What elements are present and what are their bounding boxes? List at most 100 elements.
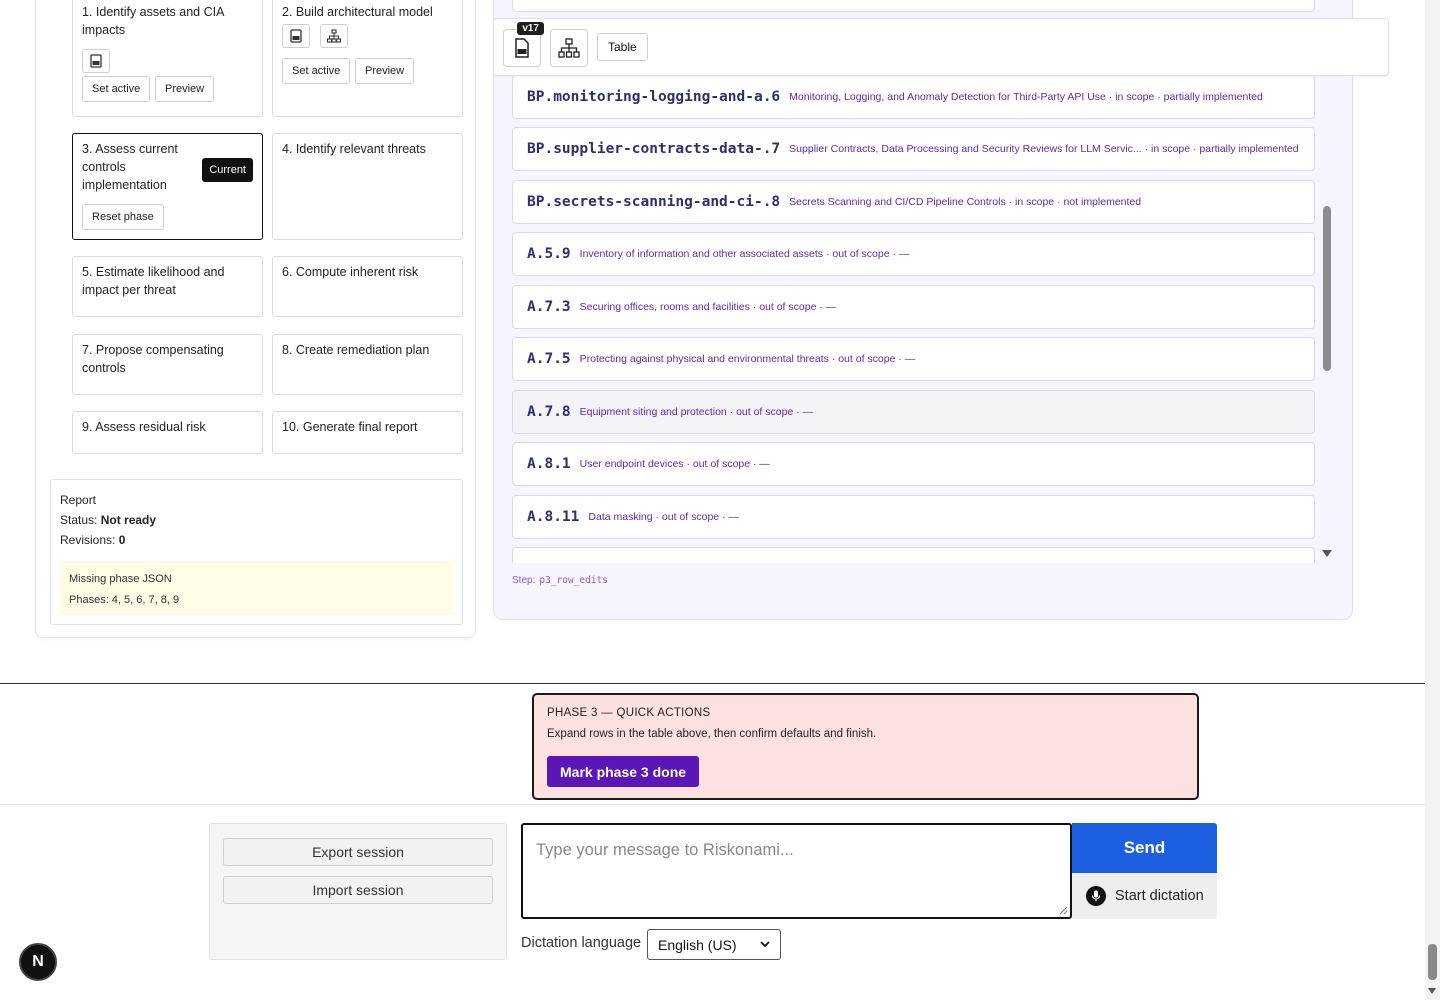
json-view-button[interactable]: v17 bbox=[503, 22, 544, 67]
diagram-icon bbox=[558, 38, 580, 58]
control-desc: Securing offices, rooms and facilities ·… bbox=[579, 301, 837, 313]
missing-phases: Phases: 4, 5, 6, 7, 8, 9 bbox=[69, 594, 180, 606]
revisions-label: Revisions: bbox=[60, 533, 116, 547]
diagram-view-button[interactable] bbox=[550, 29, 588, 67]
resize-grip-icon[interactable] bbox=[1059, 906, 1068, 915]
table-view-button[interactable]: Table bbox=[597, 33, 648, 61]
control-desc: Supplier Contracts, Data Processing and … bbox=[789, 143, 1299, 155]
control-row[interactable]: A.7.5 Protecting against physical and en… bbox=[512, 337, 1315, 381]
report-status: Status: Not ready bbox=[60, 510, 453, 530]
control-row[interactable]: A.8.1 User endpoint devices · out of sco… bbox=[512, 442, 1315, 486]
reset-phase-button[interactable]: Reset phase bbox=[82, 204, 164, 230]
page-scrollbar[interactable] bbox=[1425, 0, 1440, 1000]
phases-panel: 1. Identify assets and CIA impacts Set a… bbox=[35, 0, 476, 638]
revisions-value: 0 bbox=[118, 533, 126, 547]
status-label: Status: bbox=[60, 513, 98, 527]
phase-card-8[interactable]: 8. Create remediation plan bbox=[272, 334, 463, 395]
json-file-icon bbox=[515, 38, 529, 58]
report-revisions: Revisions: 0 bbox=[60, 530, 453, 550]
scroll-down-icon[interactable] bbox=[1428, 988, 1436, 994]
message-input[interactable]: Type your message to Riskonami... bbox=[521, 823, 1072, 919]
json-file-icon[interactable] bbox=[82, 49, 110, 73]
control-desc: Equipment siting and protection · out of… bbox=[579, 406, 814, 418]
controls-list[interactable]: BP.monitoring-logging-and-a.6 Monitoring… bbox=[512, 0, 1316, 563]
session-panel: Export session Import session bbox=[209, 823, 507, 960]
list-item[interactable] bbox=[512, 547, 1315, 563]
start-dictation-button[interactable]: Start dictation bbox=[1072, 873, 1217, 919]
app-root: 1. Identify assets and CIA impacts Set a… bbox=[0, 0, 1440, 1000]
phase-title: 3. Assess current controls implementatio… bbox=[82, 142, 178, 192]
control-row[interactable]: A.8.11 Data masking · out of scope · — bbox=[512, 495, 1315, 539]
control-id: BP.secrets-scanning-and-ci-.8 bbox=[527, 194, 781, 210]
control-desc: Data masking · out of scope · — bbox=[588, 511, 739, 523]
control-id: BP.monitoring-logging-and-a.6 bbox=[527, 89, 781, 105]
set-active-button[interactable]: Set active bbox=[82, 76, 151, 102]
control-row[interactable]: BP.secrets-scanning-and-ci-.8 Secrets Sc… bbox=[512, 180, 1315, 224]
set-active-button[interactable]: Set active bbox=[282, 58, 351, 84]
message-placeholder: Type your message to Riskonami... bbox=[536, 841, 794, 859]
missing-title: Missing phase JSON bbox=[69, 573, 172, 585]
phase-card-9[interactable]: 9. Assess residual risk bbox=[72, 411, 263, 454]
phase-title: 7. Propose compensating controls bbox=[82, 343, 224, 375]
dictation-language-value: English (US) bbox=[658, 936, 737, 953]
list-item[interactable] bbox=[512, 0, 1315, 12]
phase-card-10[interactable]: 10. Generate final report bbox=[272, 411, 463, 454]
control-id: A.8.11 bbox=[527, 509, 580, 525]
microphone-icon bbox=[1086, 886, 1106, 906]
control-id: A.7.8 bbox=[527, 404, 571, 420]
control-id: BP.supplier-contracts-data-.7 bbox=[527, 141, 781, 157]
preview-button[interactable]: Preview bbox=[355, 58, 415, 84]
import-session-button[interactable]: Import session bbox=[223, 876, 493, 904]
section-divider bbox=[0, 804, 1425, 805]
control-row[interactable]: A.7.8 Equipment siting and protection · … bbox=[512, 390, 1315, 434]
control-id: A.8.1 bbox=[527, 456, 571, 472]
section-divider bbox=[0, 683, 1425, 684]
phase-card-1[interactable]: 1. Identify assets and CIA impacts Set a… bbox=[72, 0, 263, 117]
control-row[interactable]: A.7.3 Securing offices, rooms and facili… bbox=[512, 285, 1315, 329]
page-scrollbar-thumb[interactable] bbox=[1428, 944, 1437, 980]
dictation-language-label: Dictation language bbox=[521, 935, 642, 951]
report-title: Report bbox=[60, 493, 97, 507]
control-row[interactable]: BP.supplier-contracts-data-.7 Supplier C… bbox=[512, 127, 1315, 171]
json-file-icon[interactable] bbox=[282, 24, 310, 48]
quick-actions-description: Expand rows in the table above, then con… bbox=[547, 728, 877, 740]
control-row[interactable]: BP.monitoring-logging-and-a.6 Monitoring… bbox=[512, 75, 1315, 119]
avatar[interactable]: N bbox=[19, 943, 57, 981]
send-button[interactable]: Send bbox=[1072, 823, 1217, 873]
quick-actions-title: PHASE 3 — QUICK ACTIONS bbox=[547, 707, 711, 719]
phase-title: 2. Build architectural model bbox=[282, 5, 433, 19]
phase-title: 5. Estimate likelihood and impact per th… bbox=[82, 265, 225, 297]
control-id: A.7.5 bbox=[527, 351, 571, 367]
phase-title: 8. Create remediation plan bbox=[282, 343, 430, 357]
control-row[interactable]: A.5.9 Inventory of information and other… bbox=[512, 232, 1315, 276]
phase-title: 10. Generate final report bbox=[282, 420, 418, 434]
control-desc: Secrets Scanning and CI/CD Pipeline Cont… bbox=[789, 196, 1142, 208]
phase-title: 9. Assess residual risk bbox=[82, 420, 206, 434]
control-id: A.5.9 bbox=[527, 246, 571, 262]
phase-card-6[interactable]: 6. Compute inherent risk bbox=[272, 256, 463, 317]
diagram-icon[interactable] bbox=[320, 24, 348, 48]
phase-card-3[interactable]: 3. Assess current controls implementatio… bbox=[72, 133, 263, 240]
phase-card-5[interactable]: 5. Estimate likelihood and impact per th… bbox=[72, 256, 263, 317]
phase-title: 6. Compute inherent risk bbox=[282, 265, 419, 279]
export-session-button[interactable]: Export session bbox=[223, 838, 493, 866]
scroll-down-icon[interactable] bbox=[1322, 550, 1332, 557]
phase-card-2[interactable]: 2. Build architectural model Set active … bbox=[272, 0, 463, 117]
preview-button[interactable]: Preview bbox=[155, 76, 215, 102]
step-indicator: Step: p3_row_edits bbox=[512, 575, 608, 586]
phase-title: 1. Identify assets and CIA impacts bbox=[82, 5, 224, 37]
current-badge: Current bbox=[202, 158, 253, 182]
scrollbar-thumb[interactable] bbox=[1323, 206, 1331, 371]
control-desc: User endpoint devices · out of scope · — bbox=[579, 458, 770, 470]
report-box: Report Status: Not ready Revisions: 0 Mi… bbox=[50, 479, 463, 625]
mark-phase-done-button[interactable]: Mark phase 3 done bbox=[547, 756, 700, 787]
phase-card-7[interactable]: 7. Propose compensating controls bbox=[72, 334, 263, 395]
control-desc: Protecting against physical and environm… bbox=[579, 353, 916, 365]
phase-title: 4. Identify relevant threats bbox=[282, 142, 426, 156]
control-desc: Inventory of information and other assoc… bbox=[579, 248, 910, 260]
phase-card-4[interactable]: 4. Identify relevant threats bbox=[272, 133, 463, 240]
list-scrollbar[interactable] bbox=[1320, 0, 1334, 563]
dictation-language-select[interactable]: English (US) bbox=[647, 929, 781, 960]
control-desc: Monitoring, Logging, and Anomaly Detecti… bbox=[789, 91, 1263, 103]
step-label: Step: bbox=[512, 575, 536, 586]
